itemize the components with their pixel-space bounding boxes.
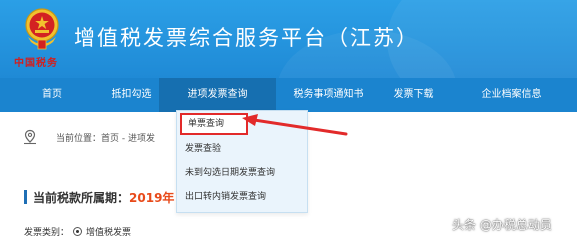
page-title: 增值税发票综合服务平台（江苏）: [74, 26, 419, 50]
menu-item-export-to-domestic-query[interactable]: 出口转内销发票查询: [177, 186, 307, 208]
section-marker: [24, 190, 27, 204]
tax-period-label: 当前税款所属期：: [33, 190, 130, 205]
annotation-arrow-icon: [242, 114, 348, 136]
watermark: 头条 @办税总动员: [452, 218, 552, 232]
tax-period-value: 2019年: [129, 190, 175, 205]
site-header: 中国税务 增值税发票综合服务平台（江苏）: [0, 0, 577, 78]
invoice-type-option: 增值税发票: [86, 227, 132, 238]
nav-item-tax-notice[interactable]: 税务事项通知书: [276, 78, 381, 112]
logo-text: 中国税务: [14, 58, 58, 69]
location-icon: [24, 129, 36, 145]
nav-item-invoice-download[interactable]: 发票下载: [381, 78, 446, 112]
menu-item-pending-selection-query[interactable]: 未到勾选日期发票查询: [177, 162, 307, 184]
menu-item-single-invoice-query[interactable]: 单票查询: [180, 113, 248, 135]
breadcrumb: 当前位置： 首页 - 进项发: [22, 128, 155, 146]
tax-period-section: 当前税款所属期： 2019年: [24, 188, 174, 206]
nav-item-enterprise-profile[interactable]: 企业档案信息: [446, 78, 577, 112]
breadcrumb-prefix: 当前位置：: [56, 133, 102, 144]
breadcrumb-path: 首页 - 进项发: [101, 133, 155, 144]
menu-item-invoice-verification[interactable]: 发票查验: [177, 138, 307, 160]
invoice-type-radio[interactable]: [73, 226, 83, 236]
nav-item-home[interactable]: 首页: [0, 78, 104, 112]
invoice-type-row: 发票类别： 增值税发票: [24, 224, 131, 238]
nav-item-input-invoice-query[interactable]: 进项发票查询: [159, 78, 276, 112]
nav-item-deduction-selection[interactable]: 抵扣勾选: [104, 78, 159, 112]
tax-emblem-icon: [25, 8, 59, 50]
invoice-type-label: 发票类别：: [24, 227, 70, 238]
main-nav: 首页 抵扣勾选 进项发票查询 税务事项通知书 发票下载 企业档案信息: [0, 78, 577, 112]
